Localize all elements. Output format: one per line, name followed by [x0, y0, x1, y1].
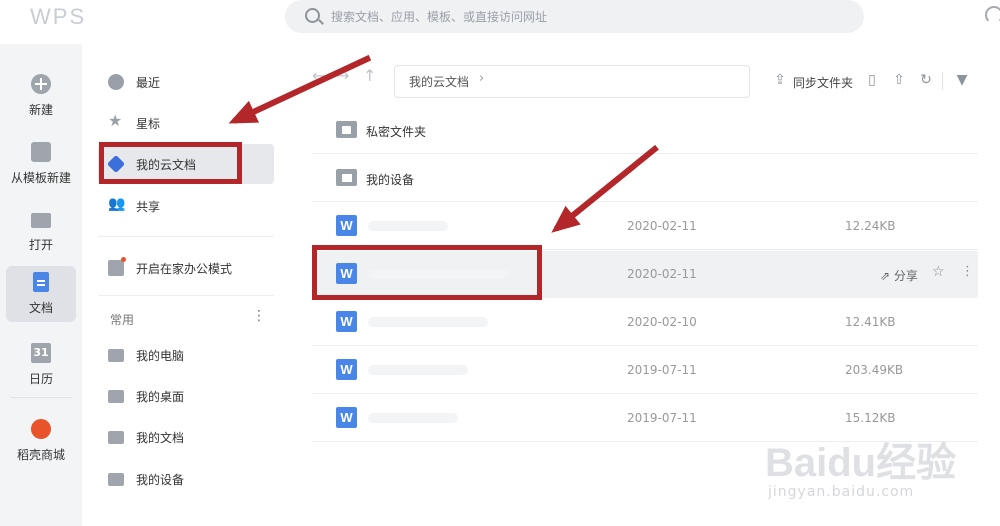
sidebar-item-label: 共享: [136, 200, 161, 214]
sidebar-item-home-office[interactable]: 开启在家办公模式: [98, 248, 274, 288]
table-row[interactable]: W 2019-07-11 203.49KB: [312, 347, 978, 394]
sidebar-item-label: 我的电脑: [136, 349, 185, 363]
people-icon: 👥: [108, 196, 126, 212]
sidebar-divider: [98, 236, 274, 237]
headset-icon[interactable]: [985, 6, 1000, 24]
file-name-blurred: [368, 221, 448, 231]
file-date: 2019-07-11: [627, 363, 697, 377]
table-row[interactable]: W 2020-02-10 12.41KB: [312, 299, 978, 346]
top-bar: WPS 搜索文档、应用、模板、或直接访问网址: [0, 0, 1000, 44]
app-logo: WPS: [30, 4, 87, 29]
file-date: 2019-07-11: [627, 411, 697, 425]
file-name: 私密文件夹: [366, 125, 427, 139]
nav-label: 打开: [28, 238, 53, 252]
more-vertical-icon[interactable]: ⋮: [252, 308, 266, 324]
nav-divider: [10, 397, 72, 398]
path-current: 我的云文档: [409, 75, 470, 89]
file-size: 203.49KB: [845, 363, 904, 377]
document-icon: [33, 272, 49, 292]
device-icon: [108, 473, 124, 486]
nav-label: 稻壳商城: [16, 448, 65, 462]
sidebar-item-label: 星标: [136, 117, 161, 131]
path-bar[interactable]: 我的云文档 ›: [394, 65, 750, 98]
file-date: 2020-02-11: [627, 267, 697, 281]
sidebar-item-my-desktop[interactable]: 我的桌面: [98, 376, 274, 416]
nav-new-from-template[interactable]: 从模板新建: [6, 136, 76, 192]
upload-icon[interactable]: ⇧: [891, 72, 907, 88]
star-icon[interactable]: ☆: [932, 264, 945, 280]
table-row[interactable]: W 2020-02-11 12.24KB: [312, 203, 978, 250]
sidebar-item-label: 我的文档: [136, 431, 185, 445]
calendar-icon: 31: [31, 343, 51, 363]
highlight-box-cloud-docs: [99, 142, 242, 184]
home-office-icon: [108, 257, 126, 276]
file-date: 2020-02-10: [627, 315, 697, 329]
word-doc-icon: W: [336, 407, 357, 428]
file-size: 12.24KB: [845, 219, 896, 233]
file-name: 我的设备: [366, 173, 415, 187]
nav-label: 从模板新建: [10, 171, 71, 185]
folder-icon: [108, 431, 124, 444]
folder-icon: [31, 213, 51, 228]
sidebar-item-shared[interactable]: 👥 共享: [98, 186, 274, 226]
nav-open[interactable]: 打开: [6, 203, 76, 259]
sidebar-item-recent[interactable]: 最近: [98, 62, 274, 102]
left-nav: 新建 从模板新建 打开 文档 31 日历 稻壳商城: [0, 44, 82, 526]
file-name-blurred: [368, 317, 488, 327]
sidebar-item-label: 开启在家办公模式: [136, 262, 233, 276]
search-bar[interactable]: 搜索文档、应用、模板、或直接访问网址: [285, 0, 864, 33]
up-arrow-icon[interactable]: ↑: [363, 66, 376, 85]
search-icon: [305, 8, 320, 23]
file-size: 12.41KB: [845, 315, 896, 329]
sidebar-item-my-computer[interactable]: 我的电脑: [98, 335, 274, 375]
share-label: 分享: [893, 269, 918, 283]
sync-folder-button[interactable]: 同步文件夹: [793, 74, 853, 91]
computer-icon: [108, 349, 124, 362]
word-doc-icon: W: [336, 359, 357, 380]
chevron-right-icon: ›: [479, 71, 485, 86]
desktop-icon: [108, 390, 124, 403]
baidu-watermark: Baidu经验: [765, 441, 957, 485]
baidu-watermark-url: jingyan.baidu.com: [768, 484, 915, 500]
star-icon: ★: [108, 111, 123, 130]
nav-new[interactable]: 新建: [6, 68, 76, 124]
clock-icon: [108, 74, 124, 90]
word-doc-icon: W: [336, 215, 357, 236]
share-button[interactable]: ⇗ 分享: [880, 267, 918, 284]
file-size: 15.12KB: [845, 411, 896, 425]
sidebar-divider: [98, 295, 274, 296]
sidebar: 最近 ★ 星标 我的云文档 👥 共享 开启在家办公模式 常用 ⋮ 我的电脑 我的…: [82, 44, 290, 526]
word-doc-icon: W: [336, 311, 357, 332]
sync-folder-icon[interactable]: ⇪: [772, 72, 788, 88]
new-file-icon[interactable]: ▯: [864, 72, 880, 88]
template-icon: [31, 142, 51, 162]
highlight-box-file-row: [312, 245, 542, 300]
table-row[interactable]: 私密文件夹: [312, 107, 978, 154]
refresh-icon[interactable]: ↻: [918, 72, 934, 88]
plus-circle-icon: [31, 74, 51, 94]
more-vertical-icon[interactable]: ⋮: [961, 264, 974, 279]
nav-label: 日历: [28, 372, 53, 386]
common-section-label: 常用: [110, 313, 135, 327]
nav-label: 文档: [28, 301, 53, 315]
filter-icon[interactable]: ▼: [954, 72, 970, 88]
file-name-blurred: [368, 413, 458, 423]
sidebar-item-label: 最近: [136, 76, 161, 90]
nav-documents[interactable]: 文档: [6, 266, 76, 322]
nav-label: 新建: [28, 103, 53, 117]
file-name-blurred: [368, 365, 468, 375]
nav-calendar[interactable]: 31 日历: [6, 337, 76, 393]
toolbar-divider: [942, 72, 943, 90]
sidebar-item-my-devices[interactable]: 我的设备: [98, 459, 274, 499]
sidebar-item-label: 我的桌面: [136, 390, 185, 404]
search-placeholder: 搜索文档、应用、模板、或直接访问网址: [331, 10, 548, 24]
file-date: 2020-02-11: [627, 219, 697, 233]
device-folder-icon: [336, 169, 357, 186]
nav-docer-shop[interactable]: 稻壳商城: [6, 413, 76, 469]
lock-folder-icon: [336, 121, 357, 138]
sidebar-item-label: 我的设备: [136, 473, 185, 487]
shop-icon: [31, 419, 51, 439]
table-row[interactable]: 我的设备: [312, 155, 978, 202]
sidebar-item-my-documents[interactable]: 我的文档: [98, 417, 274, 457]
